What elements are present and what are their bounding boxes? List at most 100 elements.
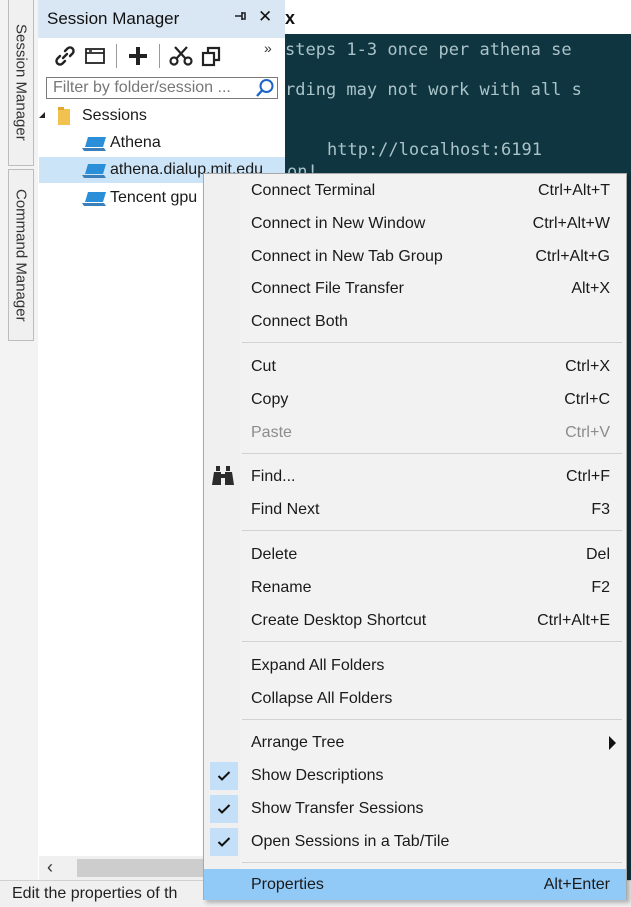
menu-separator: [242, 530, 622, 531]
menu-item-shortcut: Ctrl+X: [565, 358, 610, 375]
menu-item-connect-terminal[interactable]: Connect Terminal Ctrl+Alt+T: [206, 175, 624, 207]
menu-item-label: Arrange Tree: [251, 734, 345, 751]
filter-box: [46, 77, 278, 99]
tree-folder-sessions[interactable]: Sessions: [38, 103, 285, 129]
context-menu: Connect Terminal Ctrl+Alt+T Connect in N…: [203, 173, 627, 900]
menu-item-label: Paste: [251, 424, 292, 441]
menu-item-label: Connect Terminal: [251, 182, 376, 199]
tree-item-session[interactable]: Athena: [38, 130, 285, 156]
toolbar-separator: [159, 44, 160, 68]
menu-item-label: Open Sessions in a Tab/Tile: [251, 833, 450, 850]
menu-item-shortcut: Ctrl+F: [566, 468, 610, 485]
terminal-line: http://localhost:6191: [327, 140, 542, 160]
terminal-line: steps 1-3 once per athena se: [285, 40, 572, 60]
dock-tab-label: Session Manager: [12, 24, 30, 141]
scroll-left-icon[interactable]: ‹: [47, 857, 53, 878]
dock-tab-strip: Session Manager Command Manager: [0, 0, 39, 907]
checkmark-icon: [210, 762, 238, 790]
menu-item-label: Show Transfer Sessions: [251, 800, 424, 817]
menu-item-shortcut: Ctrl+Alt+T: [537, 182, 610, 199]
menu-item-rename[interactable]: Rename F2: [206, 572, 624, 604]
menu-item-shortcut: F3: [591, 501, 610, 518]
menu-item-find[interactable]: Find... Ctrl+F: [206, 461, 624, 493]
tab-close-icon[interactable]: x: [285, 8, 295, 29]
menu-item-shortcut: Ctrl+Alt+E: [537, 612, 610, 629]
menu-item-copy[interactable]: Copy Ctrl+C: [206, 384, 624, 416]
menu-item-label: Connect File Transfer: [251, 280, 404, 297]
tree-item-label: Tencent gpu: [110, 189, 198, 206]
menu-item-show-transfer-sessions[interactable]: Show Transfer Sessions: [206, 793, 624, 825]
menu-item-label: Find Next: [251, 501, 320, 518]
menu-item-collapse-all-folders[interactable]: Collapse All Folders: [206, 683, 624, 715]
menu-item-connect-both[interactable]: Connect Both: [206, 306, 624, 338]
menu-item-label: Delete: [251, 546, 298, 563]
menu-item-label: Create Desktop Shortcut: [251, 612, 427, 629]
menu-item-find-next[interactable]: Find Next F3: [206, 494, 624, 526]
menu-item-label: Connect in New Window: [251, 215, 426, 232]
menu-item-label: Copy: [251, 391, 289, 408]
checkmark-icon: [210, 795, 238, 823]
panel-title-bar: Session Manager ✕: [38, 0, 285, 38]
new-session-button[interactable]: [123, 41, 153, 71]
menu-item-shortcut: Alt+Enter: [543, 875, 610, 893]
search-icon[interactable]: [255, 78, 275, 103]
connect-button[interactable]: [50, 41, 80, 71]
menu-item-expand-all-folders[interactable]: Expand All Folders: [206, 650, 624, 682]
checkmark-icon: [210, 828, 238, 856]
scissors-icon: [169, 46, 193, 66]
menu-item-open-sessions-tab-tile[interactable]: Open Sessions in a Tab/Tile: [206, 826, 624, 858]
menu-item-label: Connect Both: [251, 313, 348, 330]
menu-item-cut[interactable]: Cut Ctrl+X: [206, 351, 624, 383]
dock-tab-command-manager[interactable]: Command Manager: [8, 169, 34, 341]
menu-item-connect-new-window[interactable]: Connect in New Window Ctrl+Alt+W: [206, 208, 624, 240]
menu-item-label: Find...: [251, 468, 296, 485]
menu-item-connect-file-transfer[interactable]: Connect File Transfer Alt+X: [206, 273, 624, 305]
status-text: Edit the properties of th: [12, 885, 178, 902]
terminal-tab-strip: x: [285, 0, 631, 34]
folder-icon: [58, 107, 72, 130]
computer-icon: [82, 136, 108, 157]
menu-item-shortcut: Ctrl+V: [565, 424, 610, 441]
pin-icon[interactable]: [233, 9, 247, 27]
menu-separator: [242, 342, 622, 343]
toolbar-overflow-button[interactable]: »: [264, 40, 272, 56]
menu-item-label: Connect in New Tab Group: [251, 248, 443, 265]
menu-item-label: Collapse All Folders: [251, 690, 393, 707]
cut-button[interactable]: [166, 41, 196, 71]
expand-chevron-icon[interactable]: [38, 106, 46, 124]
menu-item-shortcut: F2: [591, 579, 610, 596]
menu-separator: [242, 453, 622, 454]
menu-item-shortcut: Alt+X: [571, 280, 610, 297]
menu-item-label: Show Descriptions: [251, 767, 384, 784]
copy-button[interactable]: [196, 41, 226, 71]
session-toolbar: »: [38, 38, 285, 74]
menu-item-shortcut: Ctrl+Alt+G: [535, 248, 610, 265]
copy-icon: [201, 46, 221, 67]
menu-item-label: Cut: [251, 358, 276, 375]
menu-item-shortcut: Del: [585, 546, 610, 563]
plus-icon: [129, 47, 147, 65]
menu-item-connect-new-tab-group[interactable]: Connect in New Tab Group Ctrl+Alt+G: [206, 241, 624, 273]
menu-item-show-descriptions[interactable]: Show Descriptions: [206, 760, 624, 792]
dock-tab-label: Command Manager: [12, 188, 30, 322]
panel-title: Session Manager: [47, 9, 180, 28]
menu-item-delete[interactable]: Delete Del: [206, 539, 624, 571]
menu-item-arrange-tree[interactable]: Arrange Tree: [206, 727, 624, 759]
quick-connect-button[interactable]: [80, 41, 110, 71]
menu-separator: [242, 641, 622, 642]
filter-input[interactable]: [51, 78, 255, 98]
dock-tab-session-manager[interactable]: Session Manager: [8, 0, 34, 166]
close-icon[interactable]: ✕: [258, 7, 272, 27]
submenu-arrow-icon: [609, 736, 616, 750]
tree-item-label: Athena: [110, 134, 161, 151]
menu-item-create-desktop-shortcut[interactable]: Create Desktop Shortcut Ctrl+Alt+E: [206, 605, 624, 637]
link-icon: [55, 46, 75, 66]
toolbar-separator: [116, 44, 117, 68]
menu-item-properties[interactable]: Properties Alt+Enter: [204, 869, 626, 900]
computer-icon: [82, 191, 108, 212]
computer-icon: [82, 163, 108, 183]
menu-item-label: Properties: [251, 875, 324, 893]
tree-item-label: Sessions: [82, 107, 147, 124]
terminal-line: rding may not work with all s: [285, 80, 582, 100]
binoculars-icon: [211, 465, 235, 492]
